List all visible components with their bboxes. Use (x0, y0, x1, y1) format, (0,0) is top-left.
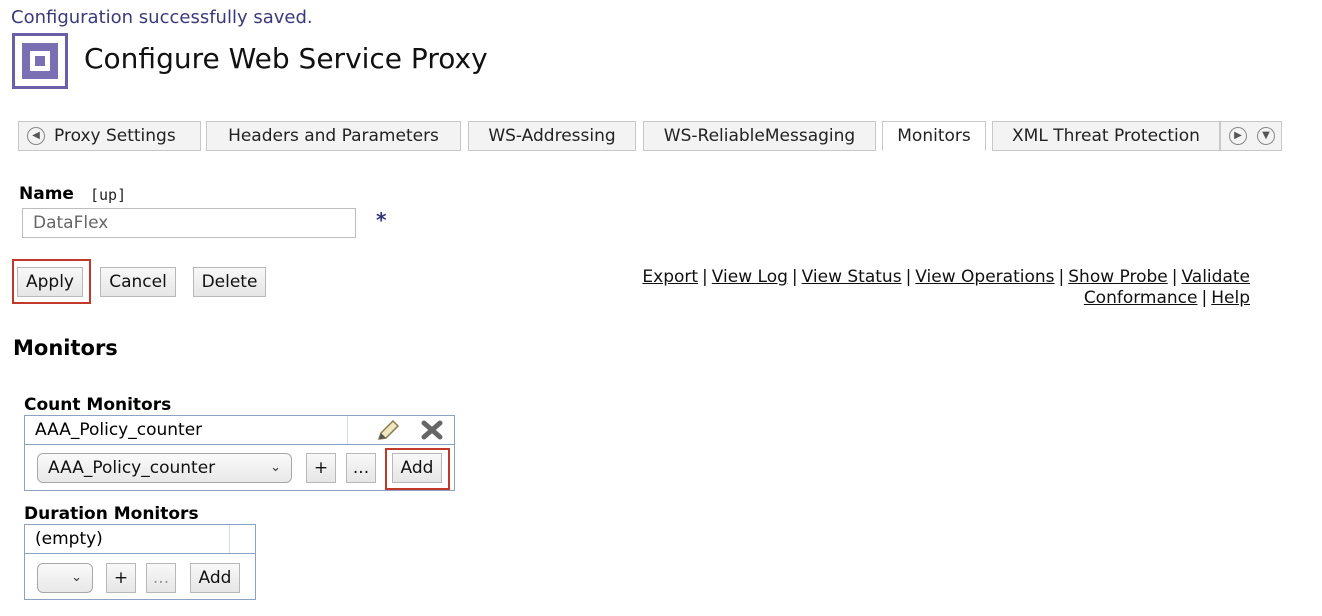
duration-monitors-table: (empty) ⌄ + ... Add (24, 524, 256, 600)
page-title: Configure Web Service Proxy (84, 42, 488, 75)
select-chevron-icon: ⌄ (270, 460, 281, 475)
select-value: AAA_Policy_counter (48, 458, 216, 478)
tab-scroll-controls: ▶ ▼ (1220, 121, 1282, 151)
action-links: Export | View Log | View Status | View Operati… (642, 267, 1250, 308)
view-log-link[interactable]: View Log (712, 267, 788, 287)
show-probe-link[interactable]: Show Probe (1068, 267, 1168, 287)
count-monitors-table: AAA_Policy_counter AAA_Policy_counter ⌄ … (24, 415, 455, 491)
view-operations-link[interactable]: View Operations (915, 267, 1054, 287)
edit-pencil-icon[interactable] (375, 419, 401, 443)
name-label: Name (19, 184, 74, 204)
delete-x-icon[interactable] (421, 420, 443, 440)
column-divider (347, 416, 348, 444)
duration-monitor-entry: (empty) (35, 529, 103, 549)
duration-monitor-add-button[interactable]: Add (190, 563, 240, 593)
duration-monitor-select[interactable]: ⌄ (37, 563, 93, 593)
conformance-link[interactable]: Conformance (1084, 288, 1198, 308)
tab-xml-threat-protection[interactable]: XML Threat Protection (992, 121, 1220, 151)
list-item: (empty) (25, 525, 255, 554)
logo-icon (12, 33, 68, 89)
tab-label: WS-ReliableMessaging (663, 126, 856, 146)
help-link[interactable]: Help (1211, 288, 1250, 308)
success-message: Configuration successfully saved. (11, 7, 313, 28)
tab-headers-and-parameters[interactable]: Headers and Parameters (206, 121, 461, 151)
duration-monitors-label: Duration Monitors (24, 504, 199, 524)
tab-ws-addressing[interactable]: WS-Addressing (468, 121, 636, 151)
tab-ws-reliable-messaging[interactable]: WS-ReliableMessaging (643, 121, 876, 151)
count-monitor-new-button[interactable]: + (306, 453, 336, 483)
name-input[interactable] (22, 208, 356, 238)
apply-button[interactable]: Apply (17, 267, 83, 297)
duration-monitor-edit-button[interactable]: ... (146, 563, 176, 593)
count-monitor-add-button[interactable]: Add (392, 453, 442, 483)
list-item: AAA_Policy_counter (25, 416, 454, 445)
tab-monitors[interactable]: Monitors (882, 121, 986, 151)
tab-label: Proxy Settings (54, 126, 176, 146)
scroll-left-icon[interactable]: ◀ (27, 127, 45, 145)
column-divider (229, 525, 230, 553)
tab-label: XML Threat Protection (1012, 126, 1200, 146)
select-chevron-icon: ⌄ (71, 570, 82, 585)
view-status-link[interactable]: View Status (802, 267, 902, 287)
tab-menu-icon[interactable]: ▼ (1257, 127, 1275, 145)
scroll-right-icon[interactable]: ▶ (1229, 127, 1247, 145)
export-link[interactable]: Export (642, 267, 698, 287)
duration-monitor-new-button[interactable]: + (106, 563, 136, 593)
count-monitor-select[interactable]: AAA_Policy_counter ⌄ (37, 453, 292, 483)
tab-label: Monitors (897, 126, 971, 146)
name-status: [up] (90, 186, 127, 204)
cancel-button[interactable]: Cancel (100, 267, 176, 297)
tab-label: WS-Addressing (488, 126, 616, 146)
delete-button[interactable]: Delete (193, 267, 266, 297)
validate-link[interactable]: Validate (1181, 267, 1250, 287)
tab-proxy-settings[interactable]: ◀ Proxy Settings (18, 121, 201, 151)
tab-label: Headers and Parameters (228, 126, 439, 146)
count-monitors-label: Count Monitors (24, 395, 172, 415)
count-monitor-edit-button[interactable]: ... (346, 453, 376, 483)
monitors-heading: Monitors (13, 336, 118, 360)
required-marker: * (376, 208, 387, 232)
count-monitor-entry: AAA_Policy_counter (35, 420, 203, 440)
